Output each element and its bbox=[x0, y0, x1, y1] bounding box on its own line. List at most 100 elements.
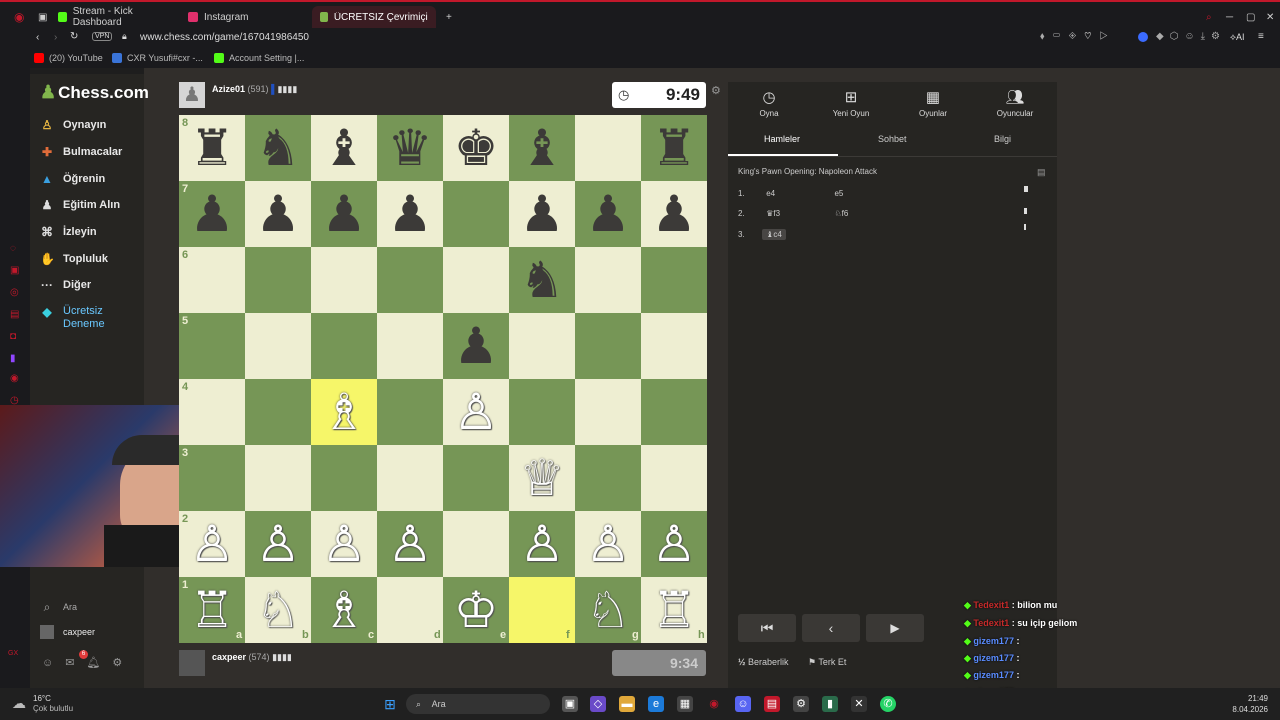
taskbar-search[interactable]: ⌕ Ara bbox=[406, 694, 550, 714]
piece-a1[interactable]: ♖ bbox=[179, 577, 245, 643]
move-white[interactable]: ♛f3 bbox=[766, 209, 832, 218]
square-e3[interactable] bbox=[443, 445, 509, 511]
square-e6[interactable] bbox=[443, 247, 509, 313]
opponent-info[interactable]: Azize01 (591) ▌▮▮▮▮ bbox=[212, 84, 297, 95]
app-icon[interactable]: ▤ bbox=[764, 696, 780, 712]
piece-d8[interactable]: ♛ bbox=[377, 115, 443, 181]
tab-instagram[interactable]: Instagram bbox=[180, 6, 310, 28]
square-b5[interactable] bbox=[245, 313, 311, 379]
piece-e4[interactable]: ♙ bbox=[443, 379, 509, 445]
nav-puzzles[interactable]: ✚ Bulmacalar bbox=[40, 145, 122, 159]
piece-c8[interactable]: ♝ bbox=[311, 115, 377, 181]
tab-new-game[interactable]: ⊞ Yeni Oyun bbox=[810, 88, 892, 118]
nav-community[interactable]: ✋ Topluluk bbox=[40, 252, 108, 266]
piece-d2[interactable]: ♙ bbox=[377, 511, 443, 577]
tab-chess[interactable]: ÜCRETSİZ Çevrimiçi Satra bbox=[312, 6, 436, 28]
piece-a2[interactable]: ♙ bbox=[179, 511, 245, 577]
opera-gx-icon[interactable]: ◉ bbox=[706, 696, 722, 712]
chess-board[interactable]: 8 7 6 5 4 3 2 1 a b c d e f g h ♜ ♞ ♝ ♛ ♚ ♝ ♜ ♟ ♟ ♟ ♟ ♟ ♟ ♟ ♞ ♟ ♗ ♙ ♕ ♙ ♙ ♙ ♙ ♙… bbox=[179, 115, 707, 643]
square-h3[interactable] bbox=[641, 445, 707, 511]
piece-c1[interactable]: ♗ bbox=[311, 577, 377, 643]
first-move-button[interactable]: ⏮ bbox=[738, 614, 796, 642]
piece-f7[interactable]: ♟ bbox=[509, 181, 575, 247]
toolbar-icons[interactable]: ◆⬡☺⤓⚙ bbox=[1156, 31, 1226, 42]
move-white-current[interactable]: ♝c4 bbox=[762, 229, 786, 240]
resign-button[interactable]: ⚑ Terk Et bbox=[808, 657, 846, 668]
piece-g2[interactable]: ♙ bbox=[575, 511, 641, 577]
subtab-chat[interactable]: Sohbet bbox=[878, 134, 907, 144]
prev-move-button[interactable]: ‹ bbox=[802, 614, 860, 642]
vpn-badge[interactable]: VPN bbox=[92, 32, 113, 41]
square-c5[interactable] bbox=[311, 313, 377, 379]
store-icon[interactable]: ▦ bbox=[677, 696, 693, 712]
piece-b8[interactable]: ♞ bbox=[245, 115, 311, 181]
settings-icon[interactable]: ⚙ bbox=[793, 696, 809, 712]
piece-h8[interactable]: ♜ bbox=[641, 115, 707, 181]
piece-f8[interactable]: ♝ bbox=[509, 115, 575, 181]
new-tab-button[interactable]: + bbox=[438, 6, 460, 28]
square-e7[interactable] bbox=[443, 181, 509, 247]
piece-b2[interactable]: ♙ bbox=[245, 511, 311, 577]
nav-watch[interactable]: ⌘ İzleyin bbox=[40, 225, 97, 239]
piece-g1[interactable]: ♘ bbox=[575, 577, 641, 643]
square-a4[interactable] bbox=[179, 379, 245, 445]
piece-c7[interactable]: ♟ bbox=[311, 181, 377, 247]
chat-username[interactable]: Tedexit1 bbox=[973, 618, 1009, 628]
square-c6[interactable] bbox=[311, 247, 377, 313]
nav-learn[interactable]: ▲ Öğrenin bbox=[40, 172, 105, 186]
chat-username[interactable]: gizem177 bbox=[973, 636, 1014, 646]
settings-gear-icon[interactable]: ⚙ bbox=[711, 84, 721, 97]
square-b6[interactable] bbox=[245, 247, 311, 313]
back-icon[interactable]: ‹ bbox=[36, 32, 39, 43]
draw-button[interactable]: ½ Beraberlik bbox=[738, 657, 789, 667]
square-h4[interactable] bbox=[641, 379, 707, 445]
opera-menu-icon[interactable]: ◉ bbox=[6, 6, 32, 28]
piece-f3[interactable]: ♕ bbox=[509, 445, 575, 511]
square-b4[interactable] bbox=[245, 379, 311, 445]
extension-icons[interactable]: ⬧▭◈♡▷ bbox=[1040, 31, 1116, 42]
nav-train[interactable]: ♟ Eğitim Alın bbox=[40, 198, 120, 212]
square-a6[interactable] bbox=[179, 247, 245, 313]
square-e2[interactable] bbox=[443, 511, 509, 577]
discord-icon[interactable]: ☺ bbox=[735, 696, 751, 712]
player-avatar[interactable] bbox=[179, 650, 205, 676]
nav-more[interactable]: ··· Diğer bbox=[40, 278, 91, 292]
piece-h1[interactable]: ♖ bbox=[641, 577, 707, 643]
piece-e8[interactable]: ♚ bbox=[443, 115, 509, 181]
opponent-avatar[interactable]: ♟ bbox=[179, 82, 205, 108]
bookmark-cxr[interactable]: CXR Yusufi#cxr -... bbox=[112, 53, 203, 63]
piece-e1[interactable]: ♔ bbox=[443, 577, 509, 643]
piece-a7[interactable]: ♟ bbox=[179, 181, 245, 247]
sidebar-footer-icons[interactable]: ☺✉🔔︎⚙ bbox=[42, 656, 134, 669]
square-f4[interactable] bbox=[509, 379, 575, 445]
play-button[interactable]: ▶ bbox=[866, 614, 924, 642]
chat-username[interactable]: Tedexit1 bbox=[973, 600, 1009, 610]
book-icon[interactable]: ▤ bbox=[1037, 167, 1046, 178]
square-h6[interactable] bbox=[641, 247, 707, 313]
extension-icon[interactable] bbox=[1138, 32, 1148, 42]
ai-button[interactable]: ⟡AI bbox=[1230, 32, 1244, 43]
piece-b7[interactable]: ♟ bbox=[245, 181, 311, 247]
reload-icon[interactable]: ↻ bbox=[70, 31, 78, 42]
bookmark-youtube[interactable]: (20) YouTube bbox=[34, 53, 103, 63]
app-icon[interactable]: ▮ bbox=[822, 696, 838, 712]
square-g3[interactable] bbox=[575, 445, 641, 511]
chat-username[interactable]: gizem177 bbox=[973, 670, 1014, 680]
piece-f2[interactable]: ♙ bbox=[509, 511, 575, 577]
piece-b1[interactable]: ♘ bbox=[245, 577, 311, 643]
chat-username[interactable]: gizem177 bbox=[973, 653, 1014, 663]
chesscom-logo[interactable]: ♟ Chess.com bbox=[40, 82, 149, 103]
tab-kick[interactable]: Stream - Kick Dashboard bbox=[50, 6, 178, 28]
square-g5[interactable] bbox=[575, 313, 641, 379]
square-g6[interactable] bbox=[575, 247, 641, 313]
square-g8[interactable] bbox=[575, 115, 641, 181]
move-black[interactable]: e5 bbox=[834, 189, 843, 198]
subtab-moves[interactable]: Hamleler bbox=[764, 134, 800, 144]
piece-e5[interactable]: ♟ bbox=[443, 313, 509, 379]
menu-icon[interactable]: ≡ bbox=[1258, 31, 1264, 42]
close-button[interactable]: ✕ bbox=[1258, 6, 1280, 28]
bookmark-account[interactable]: Account Setting |... bbox=[214, 53, 304, 63]
square-d6[interactable] bbox=[377, 247, 443, 313]
piece-g7[interactable]: ♟ bbox=[575, 181, 641, 247]
sidebar-user[interactable]: caxpeer bbox=[40, 625, 95, 639]
